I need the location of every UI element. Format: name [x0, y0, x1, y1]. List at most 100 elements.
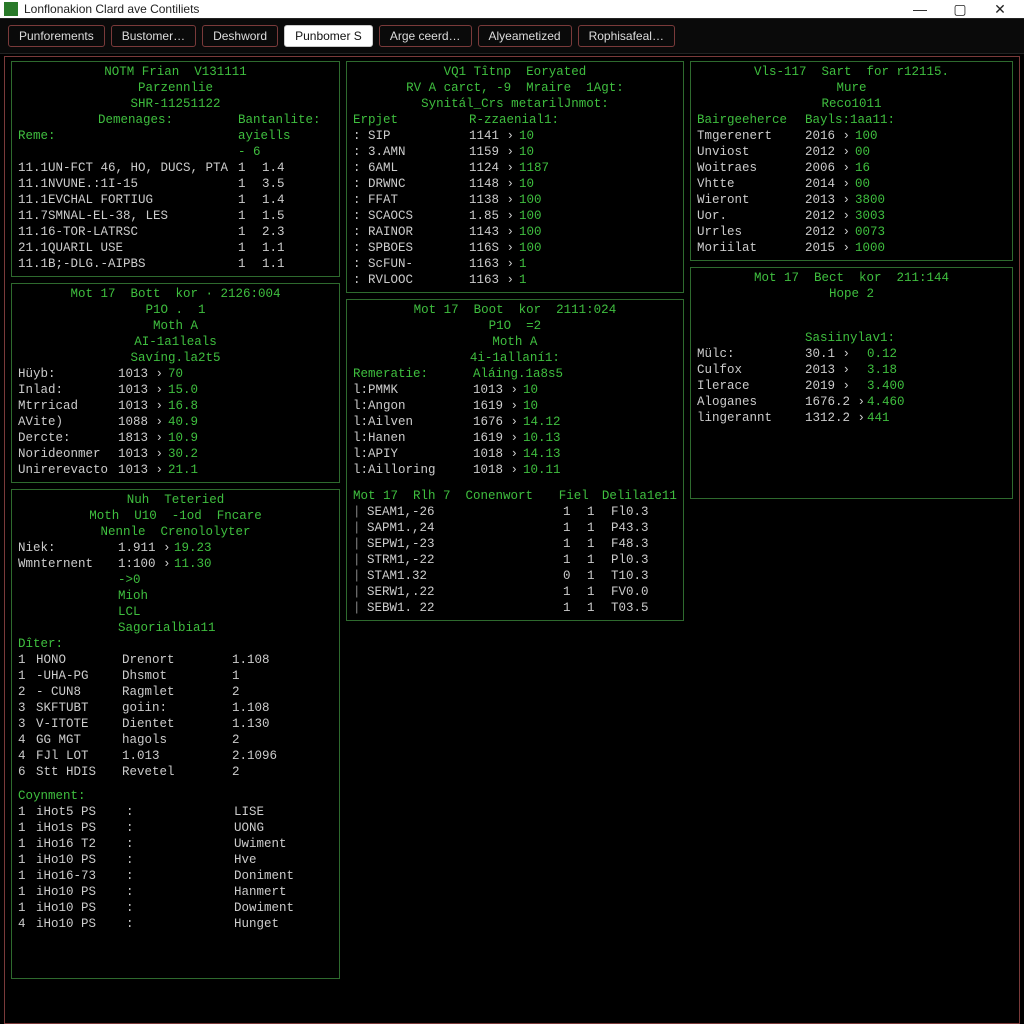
- p4-h1: P1O . 1: [18, 302, 333, 318]
- p5-colhead-l: Remeratie:: [353, 366, 473, 382]
- p2-row-0: : SIP1141 ›10: [353, 128, 677, 144]
- p7-comm-row-4: 1iHo16-73:Doniment: [18, 868, 333, 884]
- p3-colhead-r: Bayls:1aa11:: [805, 112, 895, 128]
- tab-6[interactable]: Rophisafeal…: [578, 25, 675, 47]
- p6-row-3: Aloganes1676.2 ›4.460: [697, 394, 1006, 410]
- p5-row-1: l:Angon1619 ›10: [353, 398, 677, 414]
- p1-row-5: 21.1QUARIL USE11.1: [18, 240, 333, 256]
- p7-mid-3: Sagorialbia11: [118, 620, 333, 636]
- p4-h2: Moth A: [18, 318, 333, 334]
- p7-comm-row-6: 1iHo10 PS:Dowiment: [18, 900, 333, 916]
- tab-bar: Punforements Bustomer… Deshword Punbomer…: [0, 18, 1024, 54]
- p3-row-3: Vhtte2014 ›00: [697, 176, 1006, 192]
- p2-colhead-r: R-zzaenial1:: [469, 112, 559, 128]
- p7-comm-row-0: 1iHot5 PS:LISE: [18, 804, 333, 820]
- maximize-button[interactable]: ▢: [940, 1, 980, 18]
- p2-h2: Synitál_Crs metarilJnmot:: [353, 96, 677, 112]
- p4-row-5: Norideonmer1013 ›30.2: [18, 446, 333, 462]
- p7-comm-row-5: 1iHo10 PS:Hanmert: [18, 884, 333, 900]
- p1-colhead-r: Bantanlite:: [238, 112, 321, 128]
- p4-row-1: Inlad:1013 ›15.0: [18, 382, 333, 398]
- p3-colhead-l: Bairgeeherce: [697, 112, 805, 128]
- p5-h2: Moth A: [353, 334, 677, 350]
- p3-h0: Vls-117 Sart for r12115.: [697, 64, 1006, 80]
- p3-row-4: Wieront2013 ›3800: [697, 192, 1006, 208]
- tab-4[interactable]: Arge ceerd…: [379, 25, 472, 47]
- workspace: NOTM Frian V131111 Parzennlie SHR-112511…: [4, 56, 1020, 1024]
- p5-row-0: l:PMMK1013 ›10: [353, 382, 677, 398]
- p4-h0: Mot 17 Bott kor · 2126:004: [18, 286, 333, 302]
- p7-diag-row-7: 6Stt HDISRevetel2: [18, 764, 333, 780]
- p2-row-7: : SPBOES116S ›100: [353, 240, 677, 256]
- p2-row-3: : DRWNC1148 ›10: [353, 176, 677, 192]
- p3-h1: Mure: [697, 80, 1006, 96]
- p1-sub-l: Reme:: [18, 128, 238, 144]
- p5-cons-row-1: |SAPM1.,2411P43.3: [353, 520, 677, 536]
- p4-row-2: Mtrricad1013 ›16.8: [18, 398, 333, 414]
- app-icon: [4, 2, 18, 16]
- p2-row-9: : RVLOOC1163 ›1: [353, 272, 677, 288]
- p6-h1: Hope 2: [697, 286, 1006, 302]
- panel-notm: NOTM Frian V131111 Parzennlie SHR-112511…: [11, 61, 340, 277]
- panel-mot17-3: Mot 17 Bect kor 211:144 Hope 2 Sasiinyla…: [690, 267, 1013, 499]
- p2-row-5: : SCAOCS1.85 ›100: [353, 208, 677, 224]
- p5-h0: Mot 17 Boot kor 2111:024: [353, 302, 677, 318]
- panel-vq1: VQ1 Tîtnp Eoryated RV A carct, -9 Mraire…: [346, 61, 684, 293]
- minimize-button[interactable]: —: [900, 1, 940, 17]
- p7-comm-row-7: 4iHo10 PS:Hunget: [18, 916, 333, 932]
- p3-row-0: Tmgerenert2016 ›100: [697, 128, 1006, 144]
- p2-colhead-l: Erpjet: [353, 112, 469, 128]
- p5-cons-row-3: |STRM1,-2211Pl0.3: [353, 552, 677, 568]
- p5-row-5: l:Ailloring1018 ›10.11: [353, 462, 677, 478]
- p1-row-0: 11.1UN-FCT 46, HO, DUCS, PTA11.4: [18, 160, 333, 176]
- p6-row-1: Culfox2013 ›3.18: [697, 362, 1006, 378]
- p5-cons-row-5: |SERW1,.2211FV0.0: [353, 584, 677, 600]
- p7-diag-row-4: 3V-ITOTEDientet1.130: [18, 716, 333, 732]
- panel-vls: Vls-117 Sart for r12115. Mure Reco1011 B…: [690, 61, 1013, 261]
- p7-mid-2: LCL: [118, 604, 333, 620]
- p7-diag-row-1: 1-UHA-PGDhsmot1: [18, 668, 333, 684]
- p5-colhead-r: Aláing.1a8s5: [473, 366, 563, 382]
- p1-h0: NOTM Frian V131111: [18, 64, 333, 80]
- window-title: Lonflonakion Clard ave Contiliets: [24, 2, 199, 16]
- p1-colhead-l: Demenages:: [98, 112, 238, 128]
- p4-row-3: AVite)1088 ›40.9: [18, 414, 333, 430]
- tab-5[interactable]: Alyeametized: [478, 25, 572, 47]
- p3-row-2: Woitraes2006 ›16: [697, 160, 1006, 176]
- p7-comm-row-2: 1iHo16 T2:Uwiment: [18, 836, 333, 852]
- p1-sub-r2: - 6: [238, 144, 261, 160]
- p7-top-row-0: Niek:1.911 ›19.23: [18, 540, 333, 556]
- p7-diag-row-3: 3SKFTUBTgoiin:1.108: [18, 700, 333, 716]
- p7-diag-row-0: 1HONODrenort1.108: [18, 652, 333, 668]
- window-titlebar: Lonflonakion Clard ave Contiliets — ▢ ✕: [0, 0, 1024, 18]
- p7-h2: Nennle Crenololyter: [18, 524, 333, 540]
- p6-row-2: Ilerace2019 ›3.400: [697, 378, 1006, 394]
- tab-3[interactable]: Punbomer S: [284, 25, 373, 47]
- close-button[interactable]: ✕: [980, 1, 1020, 18]
- p7-diag-head: Dîter:: [18, 636, 333, 652]
- p1-h1: Parzennlie: [18, 80, 333, 96]
- p4-row-0: Hüyb:1013 ›70: [18, 366, 333, 382]
- p2-row-6: : RAINOR1143 ›100: [353, 224, 677, 240]
- p3-row-5: Uor.2012 ›3003: [697, 208, 1006, 224]
- p1-row-3: 11.7SMNAL-EL-38, LES11.5: [18, 208, 333, 224]
- p7-mid-0: ->0: [118, 572, 333, 588]
- p7-mid-1: Mioh: [118, 588, 333, 604]
- tab-2[interactable]: Deshword: [202, 25, 278, 47]
- tab-0[interactable]: Punforements: [8, 25, 105, 47]
- p1-sub-r: ayiells: [238, 128, 291, 144]
- p7-comment-head: Coynment:: [18, 788, 333, 804]
- p5-h3: 4i-1allaní1:: [353, 350, 677, 366]
- p7-diag-row-6: 4FJl LOT1.0132.1096: [18, 748, 333, 764]
- p7-h0: Nuh Teteried: [18, 492, 333, 508]
- p4-h3: AI-1a1leals: [18, 334, 333, 350]
- p7-diag-row-2: 2- CUN8Ragmlet2: [18, 684, 333, 700]
- p6-colhead-r: Sasiinylav1:: [805, 330, 895, 346]
- p4-row-6: Unirerevacto1013 ›21.1: [18, 462, 333, 478]
- p1-row-6: 11.1B;-DLG.-AIPBS11.1: [18, 256, 333, 272]
- p3-row-7: Moriilat2015 ›1000: [697, 240, 1006, 256]
- p5-cons-h0: Mot 17 Rlh 7 Conenwort: [353, 488, 559, 504]
- tab-1[interactable]: Bustomer…: [111, 25, 196, 47]
- p7-comm-row-3: 1iHo10 PS:Hve: [18, 852, 333, 868]
- p1-h2: SHR-11251122: [18, 96, 333, 112]
